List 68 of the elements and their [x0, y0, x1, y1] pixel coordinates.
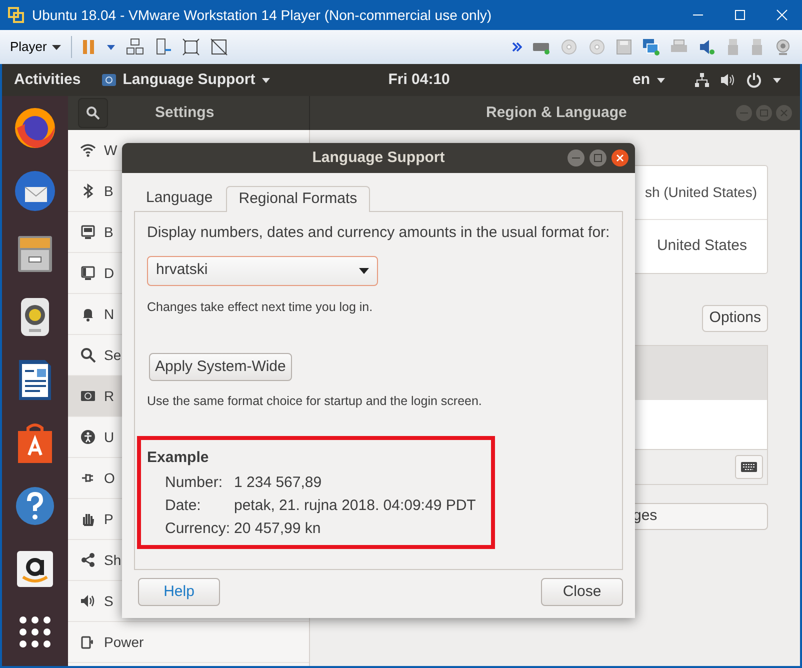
caret-icon — [261, 76, 272, 84]
caret-icon — [656, 76, 666, 84]
battery-icon — [80, 634, 96, 650]
monitor-icon — [80, 265, 96, 281]
power-icon[interactable] — [746, 72, 762, 88]
close-icon[interactable] — [776, 9, 788, 21]
close-icon[interactable] — [611, 149, 629, 167]
maximize-icon[interactable] — [734, 9, 746, 21]
speaker-icon — [80, 593, 96, 609]
device-icon[interactable] — [154, 38, 172, 56]
example-value: petak, 21. rujna 2018. 04:09:49 PDT — [234, 496, 476, 516]
apply-system-wide-button[interactable]: Apply System-Wide — [149, 353, 292, 382]
network-devices-icon[interactable] — [126, 38, 144, 56]
input-source-menu[interactable]: en — [632, 68, 666, 92]
example-heading: Example — [147, 448, 210, 468]
caret-icon[interactable] — [772, 76, 782, 84]
keyboard-icon — [741, 462, 757, 472]
close-button[interactable]: Close — [541, 578, 623, 606]
mail-client-icon[interactable] — [13, 168, 57, 212]
caret-icon[interactable] — [106, 43, 116, 51]
search-icon — [86, 106, 100, 120]
player-menu[interactable]: Player — [10, 37, 61, 57]
network-icon[interactable] — [694, 72, 710, 88]
language-value[interactable]: sh (United States) — [644, 182, 757, 203]
monitor-icon — [80, 224, 96, 240]
note-text: Changes take effect next time you log in. — [147, 298, 374, 316]
example-label: Currency: — [165, 518, 232, 539]
firefox-icon[interactable] — [13, 106, 57, 150]
sidebar-title: Settings — [155, 102, 214, 123]
help-button[interactable]: Help — [138, 578, 220, 606]
options-button[interactable]: Options — [702, 305, 768, 332]
person-icon — [80, 429, 96, 445]
speaker-icon[interactable] — [698, 38, 716, 56]
example-label: Date: — [165, 496, 202, 516]
app-grid-icon[interactable] — [17, 614, 53, 650]
app-menu[interactable]: Language Support — [100, 68, 272, 92]
tab[interactable]: Regional Formats — [226, 186, 370, 212]
hand-icon — [80, 511, 96, 527]
note-text: Use the same format choice for startup and the login screen. — [147, 393, 483, 410]
example-value: 1 234 567,89 — [234, 472, 322, 493]
sidebar-item[interactable]: Power — [68, 622, 309, 663]
app-icon — [100, 72, 117, 88]
search-icon — [80, 347, 96, 363]
keyboard-button[interactable] — [735, 455, 763, 479]
dialog-title: Language Support — [312, 148, 445, 168]
wifi-icon — [80, 142, 96, 158]
panel-title: Region & Language — [486, 102, 627, 123]
clock[interactable]: Fri 04:10 — [388, 68, 450, 92]
volume-icon[interactable] — [720, 72, 736, 88]
example-label: Number: — [165, 472, 224, 493]
webcam-icon[interactable] — [774, 38, 792, 56]
minimize-icon[interactable] — [567, 149, 585, 167]
format-dropdown[interactable]: hrvatski — [147, 256, 378, 286]
network-adapter-icon[interactable] — [642, 38, 660, 56]
formats-value[interactable]: United States — [656, 235, 747, 258]
activities-button[interactable]: Activities — [14, 68, 81, 92]
dropdown-arrow-icon — [359, 268, 369, 274]
caret-icon — [52, 44, 61, 50]
search-button[interactable] — [78, 98, 108, 128]
window-title: Ubuntu 18.04 - VMware Workstation 14 Player (Non-commercial use only) — [32, 6, 492, 25]
vmware-logo-icon — [8, 7, 24, 23]
fullscreen-icon[interactable] — [182, 38, 200, 56]
more-icon[interactable] — [512, 42, 522, 52]
example-value: 20 457,99 kn — [234, 518, 321, 539]
prompt-text: Display numbers, dates and currency amounts in the usual format for: — [147, 223, 610, 243]
share-icon — [80, 552, 96, 568]
tab[interactable]: Language — [139, 185, 220, 211]
unity-icon[interactable] — [210, 38, 228, 56]
